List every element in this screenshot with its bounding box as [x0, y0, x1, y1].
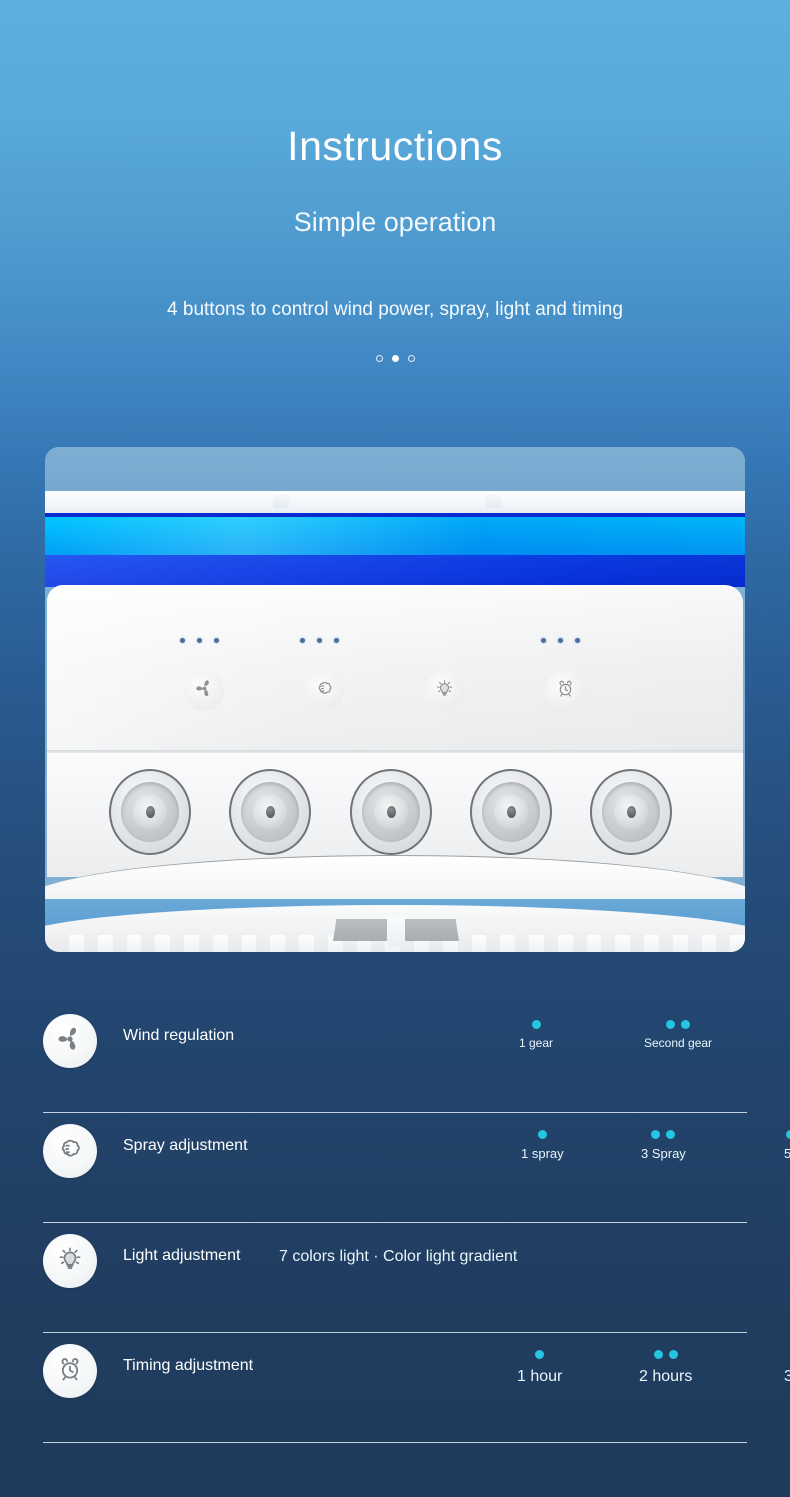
- option-label: 1 hour: [517, 1368, 563, 1385]
- led-strip-blue: [45, 555, 745, 587]
- option-dots: [517, 1350, 562, 1359]
- light-modes-text: 7 colors light · Color light gradient: [279, 1248, 518, 1265]
- led-dot: [558, 638, 563, 643]
- lip-tab-right: [485, 494, 501, 508]
- option-label: 1 spray: [521, 1146, 564, 1161]
- led-dot: [214, 638, 219, 643]
- option-spray-2[interactable]: 3 Spray: [641, 1130, 686, 1161]
- option-dots: [639, 1350, 692, 1359]
- base-vent-right: [401, 919, 459, 941]
- option-dots: [784, 1350, 790, 1359]
- spray-nozzle: [590, 769, 672, 855]
- option-label: 2 hours: [639, 1368, 693, 1385]
- pager-dot-2-active[interactable]: [391, 355, 399, 362]
- alarm-clock-icon-badge: [43, 1344, 97, 1398]
- feature-row-timing-adjustment: Timing adjustment 1 hour 2 hours 3 hours: [43, 1333, 790, 1443]
- mist-cloud-icon: [313, 677, 336, 705]
- feature-options: 1 spray 3 Spray 5 spray: [279, 1130, 790, 1190]
- option-timer-2[interactable]: 2 hours: [639, 1350, 692, 1386]
- feature-row-wind-regulation: Wind regulation 1 gear Second gear 3th g…: [43, 1003, 747, 1113]
- carousel-pager[interactable]: [0, 355, 790, 362]
- page-header: Instructions Simple operation 4 buttons …: [0, 0, 790, 362]
- feature-label: Spray adjustment: [123, 1137, 248, 1154]
- spray-nozzle: [470, 769, 552, 855]
- led-dot: [197, 638, 202, 643]
- alarm-clock-icon: [54, 1353, 86, 1390]
- led-dot: [317, 638, 322, 643]
- feature-options: 1 gear Second gear 3th gear: [279, 1020, 747, 1080]
- instructions-page: Instructions Simple operation 4 buttons …: [0, 0, 790, 1497]
- option-label: Second gear: [644, 1036, 713, 1050]
- led-dot: [541, 638, 546, 643]
- option-dots: [521, 1130, 564, 1139]
- option-dots: [641, 1130, 686, 1139]
- option-dots: [519, 1020, 553, 1029]
- option-label: 5 spray: [784, 1146, 790, 1161]
- page-subtitle: Simple operation: [293, 207, 497, 237]
- base-vent-left: [333, 919, 391, 941]
- pager-dot-3[interactable]: [407, 355, 415, 362]
- led-indicator-group-spray: [300, 638, 339, 643]
- base-center-post: [387, 917, 405, 947]
- feature-label: Wind regulation: [123, 1027, 235, 1044]
- spray-button[interactable]: [304, 671, 344, 711]
- feature-label: Timing adjustment: [123, 1357, 254, 1374]
- feature-options: 1 hour 2 hours 3 hours: [279, 1350, 790, 1410]
- option-label: 3 hours: [784, 1368, 790, 1385]
- led-dot: [334, 638, 339, 643]
- unit-top-lip: [45, 491, 745, 513]
- lightbulb-icon: [433, 677, 456, 705]
- light-button[interactable]: [424, 671, 464, 711]
- panel-gloss: [47, 587, 743, 753]
- alarm-clock-icon: [554, 677, 577, 705]
- option-dots: [784, 1130, 790, 1139]
- option-wind-2[interactable]: Second gear: [644, 1020, 712, 1050]
- option-timer-3[interactable]: 3 hours: [784, 1350, 790, 1386]
- lip-tab-left: [273, 494, 289, 508]
- mist-cloud-icon-badge: [43, 1124, 97, 1178]
- option-label: 3 Spray: [641, 1146, 686, 1161]
- led-indicator-group-fan: [180, 638, 219, 643]
- page-tagline: 4 buttons to control wind power, spray, …: [167, 299, 623, 320]
- spray-nozzle: [109, 769, 191, 855]
- lightbulb-icon: [54, 1243, 86, 1280]
- option-spray-3[interactable]: 5 spray: [784, 1130, 790, 1161]
- feature-label: Light adjustment: [123, 1247, 241, 1264]
- fan-button[interactable]: [184, 671, 224, 711]
- product-photo-card: [45, 447, 745, 952]
- page-title: Instructions: [287, 123, 503, 169]
- feature-list: Wind regulation 1 gear Second gear 3th g…: [43, 1003, 790, 1443]
- mist-cloud-icon: [54, 1133, 86, 1170]
- feature-row-light-adjustment: Light adjustment 7 colors light · Color …: [43, 1223, 747, 1333]
- fan-icon-badge: [43, 1014, 97, 1068]
- led-dot: [575, 638, 580, 643]
- control-panel: [47, 585, 743, 753]
- pager-dot-1[interactable]: [375, 355, 383, 362]
- fan-icon: [193, 677, 216, 705]
- option-dots: [644, 1020, 712, 1029]
- fan-icon: [54, 1023, 86, 1060]
- option-timer-1[interactable]: 1 hour: [517, 1350, 562, 1386]
- timer-button[interactable]: [545, 671, 585, 711]
- led-dot: [180, 638, 185, 643]
- option-wind-1[interactable]: 1 gear: [519, 1020, 553, 1050]
- led-indicator-group-timer: [541, 638, 580, 643]
- feature-row-spray-adjustment: Spray adjustment 1 spray 3 Spray 5 spray: [43, 1113, 790, 1223]
- led-strip-cyan: [45, 517, 745, 555]
- option-spray-1[interactable]: 1 spray: [521, 1130, 564, 1161]
- spray-nozzle: [350, 769, 432, 855]
- spray-nozzle: [229, 769, 311, 855]
- photo-background-wall: [45, 447, 745, 495]
- option-label: 1 gear: [519, 1036, 554, 1050]
- lightbulb-icon-badge: [43, 1234, 97, 1288]
- led-dot: [300, 638, 305, 643]
